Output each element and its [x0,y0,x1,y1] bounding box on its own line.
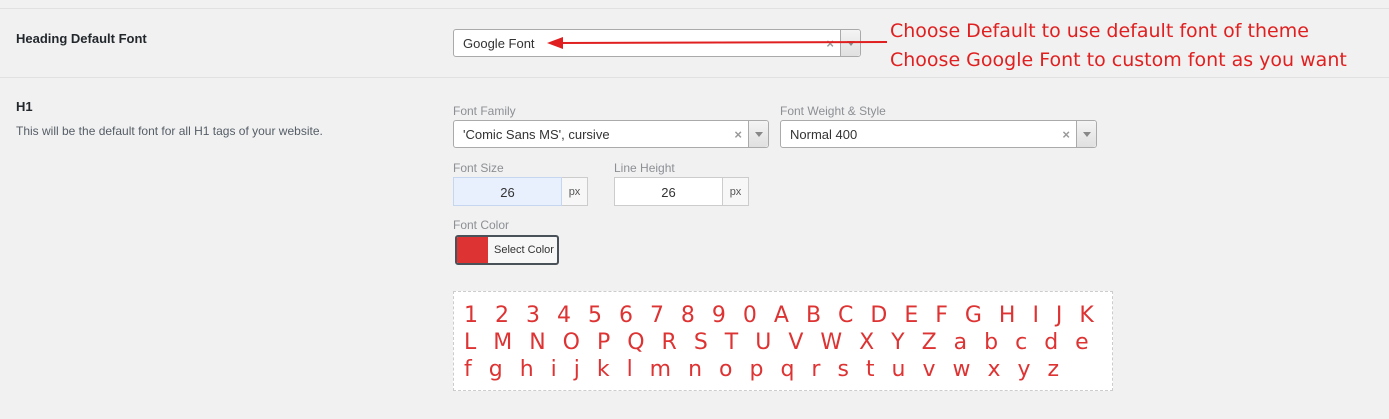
font-size-input[interactable]: 26 [453,177,562,206]
font-family-select[interactable]: 'Comic Sans MS', cursive × [453,120,769,148]
heading-default-font-value: Google Font [463,36,535,51]
line-height-input[interactable]: 26 [614,177,723,206]
font-family-value: 'Comic Sans MS', cursive [463,127,610,142]
dropdown-toggle[interactable] [748,121,768,147]
top-divider [0,8,1389,9]
dropdown-toggle[interactable] [1076,121,1096,147]
line-height-label: Line Height [614,161,675,175]
font-size-unit: px [562,177,588,206]
clear-icon[interactable]: × [1062,127,1070,142]
select-color-button[interactable]: Select Color [455,235,559,265]
font-preview: 1 2 3 4 5 6 7 8 9 0 A B C D E F G H I J … [453,291,1113,391]
font-weight-label: Font Weight & Style [780,104,886,118]
h1-label: H1 [16,99,33,114]
font-weight-select[interactable]: Normal 400 × [780,120,1097,148]
annotation-line-1: Choose Default to use default font of th… [890,20,1309,42]
annotation-line-2: Choose Google Font to custom font as you… [890,49,1347,71]
annotation-arrow-icon [547,37,888,49]
font-size-label: Font Size [453,161,504,175]
line-height-unit: px [723,177,749,206]
color-swatch [457,237,488,263]
heading-default-font-label: Heading Default Font [16,31,147,46]
font-weight-value: Normal 400 [790,127,858,142]
clear-icon[interactable]: × [734,127,742,142]
select-color-label: Select Color [494,244,554,256]
section-divider [0,77,1389,78]
chevron-down-icon [1083,132,1091,137]
font-color-label: Font Color [453,218,510,232]
chevron-down-icon [755,132,763,137]
h1-description: This will be the default font for all H1… [16,124,323,138]
font-family-label: Font Family [453,104,516,118]
